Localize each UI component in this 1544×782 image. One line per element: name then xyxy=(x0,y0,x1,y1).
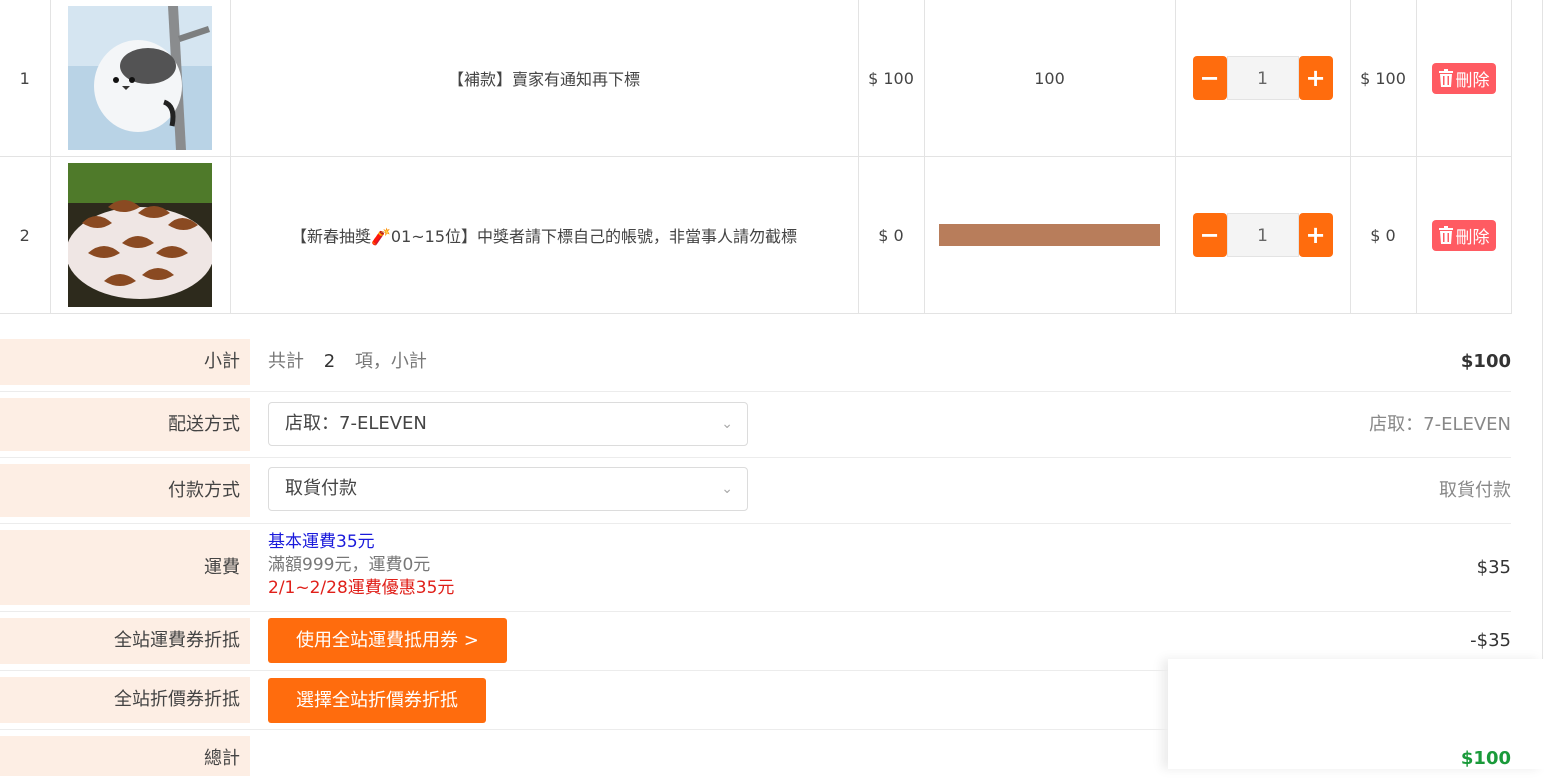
shipping-fee-label: 運費 xyxy=(0,530,250,605)
delete-label: 刪除 xyxy=(1455,70,1490,91)
shipping-method-row: 配送方式 店取：7-ELEVEN ⌄ 店取：7-ELEVEN xyxy=(0,398,1511,451)
table-row: 2 【新春抽獎🧨01~15位】中獎者請下標自己的帳號，非當事人請勿截標 $ 0 … xyxy=(0,156,1512,314)
product-thumbnail[interactable] xyxy=(49,0,231,157)
shipping-fee-row: 運費 基本運費35元 滿額999元，運費0元 2/1~2/28運費優惠35元 $… xyxy=(0,530,1511,605)
payment-method-value: 取貨付款 xyxy=(1439,480,1511,501)
delete-label: 刪除 xyxy=(1455,227,1490,248)
chevron-down-icon: ⌄ xyxy=(721,416,733,432)
choose-discount-coupon-button[interactable]: 選擇全站折價券折抵 xyxy=(268,678,486,723)
unit-price: $ 0 xyxy=(857,156,925,314)
subtotal-row: 小計 共計 2 項，小計 $100 xyxy=(0,339,1511,385)
chevron-down-icon: ⌄ xyxy=(721,481,733,497)
shipping-method-selected: 店取：7-ELEVEN xyxy=(285,413,427,434)
shipping-fee-promo: 2/1~2/28運費優惠35元 xyxy=(268,578,455,598)
payment-method-selected: 取貨付款 xyxy=(285,478,357,499)
divider xyxy=(0,670,1168,671)
divider xyxy=(0,729,1168,730)
increase-quantity-button[interactable]: + xyxy=(1298,56,1333,100)
decrease-quantity-button[interactable]: − xyxy=(1192,56,1227,100)
item-subtotal: $ 0 xyxy=(1349,156,1417,314)
payment-method-label: 付款方式 xyxy=(0,464,250,517)
table-row: 1 【補款】賣家有通知再下標 $ 100 100 − 1 + $ 100 刪除 xyxy=(0,0,1512,157)
shipping-method-value: 店取：7-ELEVEN xyxy=(1369,414,1511,435)
quantity-stepper: − 1 + xyxy=(1176,213,1350,257)
increase-quantity-button[interactable]: + xyxy=(1298,213,1333,257)
discount-coupon-row: 全站折價券折抵 選擇全站折價券折抵 xyxy=(0,677,1511,723)
item-subtotal: $ 100 xyxy=(1349,0,1417,157)
subtotal-text: 共計 2 項，小計 xyxy=(268,339,427,385)
redacted-bar xyxy=(939,224,1160,246)
cart-table: 1 【補款】賣家有通知再下標 $ 100 100 − 1 + $ 100 刪除 … xyxy=(0,0,1512,314)
shipping-coupon-row: 全站運費券折抵 使用全站運費抵用券 > -$35 xyxy=(0,618,1511,664)
quantity-stepper: − 1 + xyxy=(1176,56,1350,100)
subtotal-label: 小計 xyxy=(0,339,250,385)
divider xyxy=(0,523,1511,524)
total-row: 總計 $100 xyxy=(0,736,1511,776)
shipping-coupon-label: 全站運費券折抵 xyxy=(0,618,250,664)
quantity-cell: − 1 + xyxy=(1174,156,1351,314)
page-edge xyxy=(1542,0,1543,660)
product-name[interactable]: 【補款】賣家有通知再下標 xyxy=(229,0,859,157)
delete-cell: 刪除 xyxy=(1415,156,1512,314)
quantity-input[interactable]: 1 xyxy=(1226,56,1299,100)
discount-coupon-label: 全站折價券折抵 xyxy=(0,677,250,723)
shipping-fee-details: 基本運費35元 滿額999元，運費0元 2/1~2/28運費優惠35元 xyxy=(268,531,454,600)
delete-cell: 刪除 xyxy=(1415,0,1512,157)
bid-field xyxy=(923,156,1176,314)
product-name[interactable]: 【新春抽獎🧨01~15位】中獎者請下標自己的帳號，非當事人請勿截標 xyxy=(229,156,859,314)
shipping-fee-value: $35 xyxy=(1476,557,1511,578)
shipping-fee-threshold: 滿額999元，運費0元 xyxy=(268,555,431,575)
quantity-input[interactable]: 1 xyxy=(1226,213,1299,257)
bid-field: 100 xyxy=(923,0,1176,157)
decrease-quantity-button[interactable]: − xyxy=(1192,213,1227,257)
trash-icon xyxy=(1438,226,1453,244)
payment-method-row: 付款方式 取貨付款 ⌄ 取貨付款 xyxy=(0,464,1511,517)
shipping-method-select[interactable]: 店取：7-ELEVEN ⌄ xyxy=(268,402,748,446)
shipping-method-label: 配送方式 xyxy=(0,398,250,451)
item-count: 2 xyxy=(323,351,336,372)
payment-method-select[interactable]: 取貨付款 ⌄ xyxy=(268,467,748,511)
quantity-cell: − 1 + xyxy=(1174,0,1351,157)
product-thumbnail[interactable] xyxy=(49,156,231,314)
subtotal-value: $100 xyxy=(1460,351,1511,372)
item-index: 2 xyxy=(0,156,51,314)
unit-price: $ 100 xyxy=(857,0,925,157)
shipping-coupon-value: -$35 xyxy=(1470,630,1511,651)
total-value: $100 xyxy=(1460,748,1511,769)
trash-icon xyxy=(1438,69,1453,87)
divider xyxy=(0,611,1511,612)
delete-button[interactable]: 刪除 xyxy=(1431,62,1496,94)
delete-button[interactable]: 刪除 xyxy=(1431,219,1496,251)
product-image-bird[interactable] xyxy=(68,6,212,150)
divider xyxy=(0,391,1511,392)
total-label: 總計 xyxy=(0,736,250,776)
subtotal-prefix: 共計 xyxy=(268,351,304,372)
use-shipping-coupon-button[interactable]: 使用全站運費抵用券 > xyxy=(268,618,507,663)
product-image-pastry[interactable] xyxy=(68,163,212,307)
subtotal-suffix: 項，小計 xyxy=(354,351,427,372)
shipping-fee-basic: 基本運費35元 xyxy=(268,532,375,552)
divider xyxy=(0,457,1511,458)
item-index: 1 xyxy=(0,0,51,157)
